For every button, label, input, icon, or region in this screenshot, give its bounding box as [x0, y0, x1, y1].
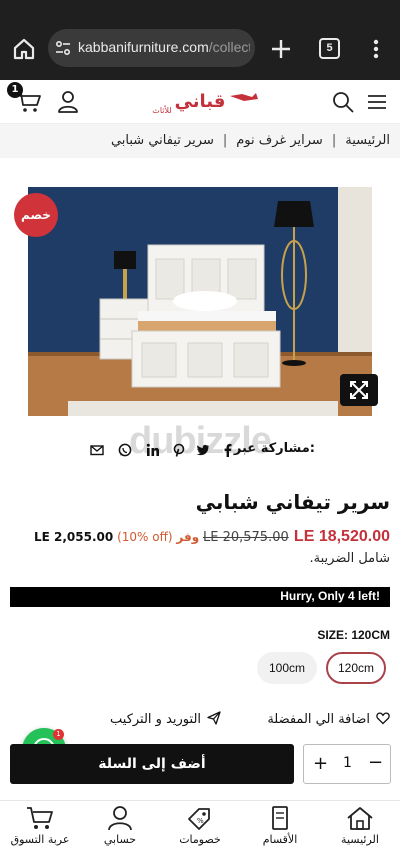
size-label: SIZE: 120CM — [317, 628, 390, 642]
home-icon[interactable] — [12, 37, 36, 61]
cart-count-badge: 1 — [7, 82, 23, 98]
quantity-stepper: + 1 − — [303, 744, 391, 784]
heart-icon — [376, 712, 390, 725]
nav-cart-label: عربة التسوق — [10, 833, 70, 846]
size-option-100cm[interactable]: 100cm — [257, 652, 317, 684]
user-icon[interactable] — [57, 90, 79, 114]
breadcrumb-current: سرير تيفاني شبابي — [110, 133, 214, 148]
shipping-label: التوريد و التركيب — [110, 712, 202, 727]
add-to-wishlist[interactable]: اضافة الي المفضلة — [267, 711, 390, 727]
site-settings-icon[interactable] — [54, 39, 72, 57]
nav-categories[interactable]: الأقسام — [245, 805, 315, 861]
categories-icon — [272, 806, 288, 830]
nav-discounts[interactable]: % خصومات — [165, 805, 235, 861]
breadcrumb-separator: | — [222, 133, 228, 148]
account-icon — [108, 806, 132, 831]
more-menu-icon[interactable] — [366, 37, 386, 61]
share-label: مشاركة عبر: — [233, 441, 315, 456]
url-text[interactable]: kabbanifurniture.com/collecti — [78, 39, 250, 55]
nav-account[interactable]: حسابي — [85, 805, 155, 861]
nav-discounts-label: خصومات — [179, 833, 221, 846]
stock-banner: Hurry, Only 4 left! — [10, 587, 390, 607]
hamburger-menu-icon[interactable] — [366, 92, 388, 112]
shopping-cart-icon — [27, 807, 53, 829]
savings-info: LE 2,055.00 (10% off) وفر LE 20,575.00 — [34, 530, 289, 545]
browser-toolbar: kabbanifurniture.com/collecti 5 — [0, 0, 400, 80]
sale-badge: خصم — [14, 193, 58, 237]
search-icon[interactable] — [331, 90, 355, 114]
discount-tag-icon: % — [188, 808, 210, 830]
home-nav-icon — [347, 807, 373, 830]
site-header: 1 قباني للأثاث — [0, 80, 400, 124]
new-tab-icon[interactable] — [268, 36, 294, 62]
breadcrumb-home[interactable]: الرئيسية — [345, 133, 390, 148]
size-option-120cm[interactable]: 120cm — [326, 652, 386, 684]
whatsapp-share-icon[interactable] — [118, 443, 132, 457]
compare-price: LE 20,575.00 — [202, 530, 289, 545]
pinterest-icon[interactable] — [172, 443, 186, 457]
facebook-icon[interactable] — [221, 443, 235, 457]
logo-subtext: للأثاث — [152, 105, 171, 115]
nav-home[interactable]: الرئيسية — [325, 805, 395, 861]
sale-price: LE 18,520.00 — [293, 528, 390, 545]
tax-note: شامل الضريبة. — [309, 551, 390, 566]
quantity-value[interactable]: 1 — [343, 755, 352, 771]
whatsapp-notification-badge: 1 — [53, 729, 64, 740]
address-bar[interactable]: kabbanifurniture.com/collecti — [48, 29, 255, 67]
logo-text: قباني — [175, 91, 226, 112]
save-word: وفر — [176, 530, 200, 544]
wishlist-label: اضافة الي المفضلة — [267, 712, 370, 727]
svg-text:%: % — [197, 817, 204, 825]
nav-account-label: حسابي — [103, 833, 137, 846]
tab-switcher-button[interactable]: 5 — [319, 38, 340, 59]
send-icon — [207, 711, 221, 725]
nav-cart[interactable]: عربة التسوق — [5, 805, 75, 861]
quantity-increase-button[interactable]: + — [313, 753, 328, 774]
breadcrumb-category[interactable]: سراير غرف نوم — [236, 133, 323, 148]
breadcrumb-separator: | — [331, 133, 337, 148]
email-icon[interactable] — [90, 443, 104, 457]
add-to-cart-button[interactable]: أضف إلى السلة — [10, 744, 294, 784]
shipping-info[interactable]: التوريد و التركيب — [110, 711, 221, 727]
save-percent: (10% off) — [117, 530, 173, 544]
product-image[interactable] — [28, 187, 372, 416]
nav-categories-label: الأقسام — [262, 833, 298, 846]
save-amount: LE 2,055.00 — [34, 530, 114, 544]
linkedin-icon[interactable] — [146, 443, 160, 457]
quantity-decrease-button[interactable]: − — [368, 752, 383, 773]
bottom-navigation: الرئيسية الأقسام % خصومات حسابي عربة الت… — [0, 800, 400, 866]
product-title: سرير تيفاني شبابي — [195, 490, 390, 514]
breadcrumb: الرئيسية | سراير غرف نوم | سرير تيفاني شبابي — [0, 124, 400, 158]
twitter-icon[interactable] — [196, 443, 210, 457]
share-row: مشاركة عبر: — [90, 440, 315, 460]
kabbani-logo[interactable]: قباني للأثاث — [138, 88, 262, 116]
nav-home-label: الرئيسية — [341, 833, 379, 846]
zoom-icon[interactable] — [340, 374, 378, 406]
